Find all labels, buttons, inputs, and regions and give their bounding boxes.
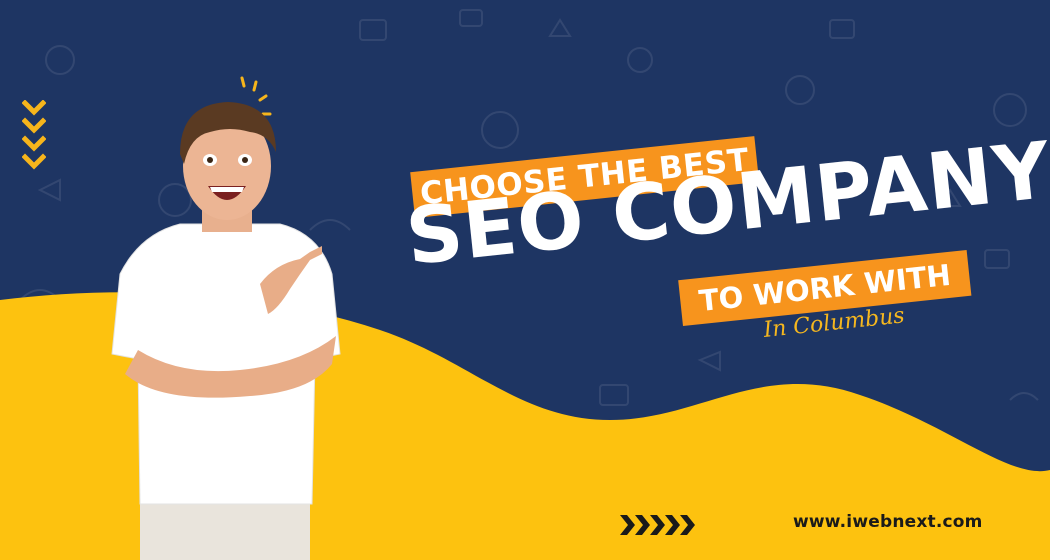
chevron-right-stack-icon [620, 515, 695, 535]
promo-banner: CHOOSE THE BEST SEO COMPANY TO WORK WITH… [0, 0, 1050, 560]
chevron-down-stack-icon [22, 100, 46, 170]
website-link[interactable]: www.iwebnext.com [793, 512, 983, 532]
smiling-man-pointing-illustration [111, 102, 341, 560]
